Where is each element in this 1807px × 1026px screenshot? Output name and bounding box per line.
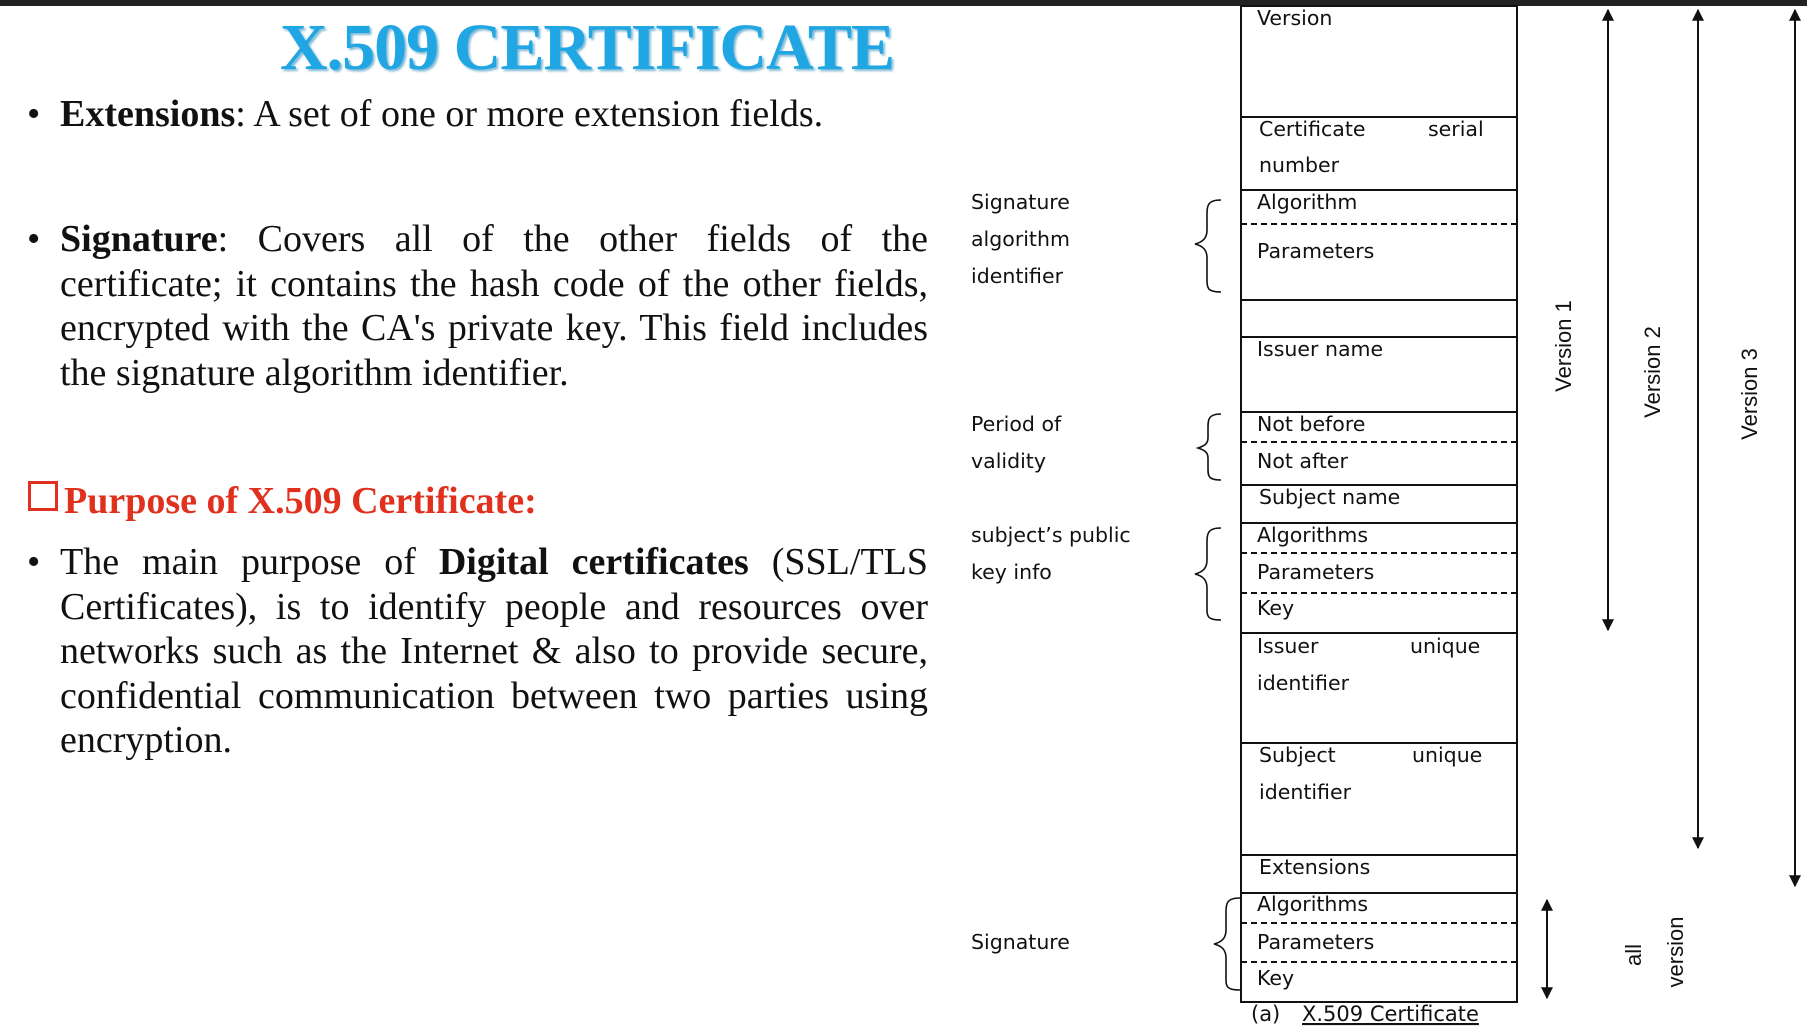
version-label: version bbox=[1663, 917, 1688, 988]
field-s-parameters: Parameters bbox=[1257, 930, 1374, 954]
group-pubkey-line2: key info bbox=[971, 560, 1052, 584]
sig-alg-brace-icon bbox=[1194, 199, 1222, 293]
field-sig-parameters: Parameters bbox=[1257, 239, 1374, 263]
group-sig-alg-line2: algorithm bbox=[971, 227, 1070, 251]
field-not-after: Not after bbox=[1257, 449, 1349, 473]
version3-label: Version 3 bbox=[1737, 348, 1762, 440]
diagram-caption: X.509 Certificate bbox=[1302, 1002, 1479, 1026]
field-s-algorithms: Algorithms bbox=[1257, 892, 1368, 916]
field-sig-algorithm: Algorithm bbox=[1257, 190, 1357, 214]
field-pk-parameters: Parameters bbox=[1257, 560, 1374, 584]
group-validity-line1: Period of bbox=[971, 412, 1062, 436]
field-issuer-name: Issuer name bbox=[1257, 337, 1383, 361]
field-extensions: Extensions bbox=[1259, 855, 1370, 879]
field-subject-uid-word3: identifier bbox=[1259, 780, 1352, 804]
field-labels: Version Certificate serial number Algori… bbox=[1257, 6, 1484, 990]
all-label: all bbox=[1621, 944, 1646, 966]
version2-label: Version 2 bbox=[1640, 326, 1665, 418]
validity-brace-icon bbox=[1195, 413, 1222, 481]
group-sig-alg-line3: identifier bbox=[971, 264, 1064, 288]
diagram-caption-prefix: (a) bbox=[1251, 1002, 1280, 1026]
field-version: Version bbox=[1257, 6, 1332, 30]
field-pk-algorithms: Algorithms bbox=[1257, 523, 1368, 547]
field-subject-name: Subject name bbox=[1259, 485, 1400, 509]
version-arrows bbox=[1541, 8, 1801, 1000]
version-labels: Version 1 Version 2 Version 3 all versio… bbox=[1551, 300, 1762, 988]
group-labels: Signature algorithm identifier Period of… bbox=[971, 190, 1131, 954]
field-issuer-uid-word1: Issuer bbox=[1257, 634, 1319, 658]
group-pubkey-line1: subject’s public bbox=[971, 523, 1131, 547]
field-serial-word2: serial bbox=[1428, 117, 1484, 141]
field-subject-uid-word2: unique bbox=[1412, 743, 1482, 767]
pubkey-brace-icon bbox=[1194, 527, 1222, 621]
group-signature: Signature bbox=[971, 930, 1070, 954]
field-pk-key: Key bbox=[1257, 596, 1294, 620]
braces bbox=[1194, 199, 1241, 991]
version1-label: Version 1 bbox=[1551, 300, 1576, 392]
field-serial-word1: Certificate bbox=[1259, 117, 1365, 141]
field-subject-uid-word1: Subject bbox=[1259, 743, 1336, 767]
signature-brace-icon bbox=[1213, 897, 1241, 991]
field-serial-word3: number bbox=[1259, 153, 1340, 177]
field-not-before: Not before bbox=[1257, 412, 1365, 436]
field-issuer-uid-word3: identifier bbox=[1257, 671, 1350, 695]
x509-certificate-diagram: Version Certificate serial number Algori… bbox=[971, 5, 1801, 1026]
field-issuer-uid-word2: unique bbox=[1410, 634, 1480, 658]
field-s-key: Key bbox=[1257, 966, 1294, 990]
group-sig-alg-line1: Signature bbox=[971, 190, 1070, 214]
group-validity-line2: validity bbox=[971, 449, 1046, 473]
